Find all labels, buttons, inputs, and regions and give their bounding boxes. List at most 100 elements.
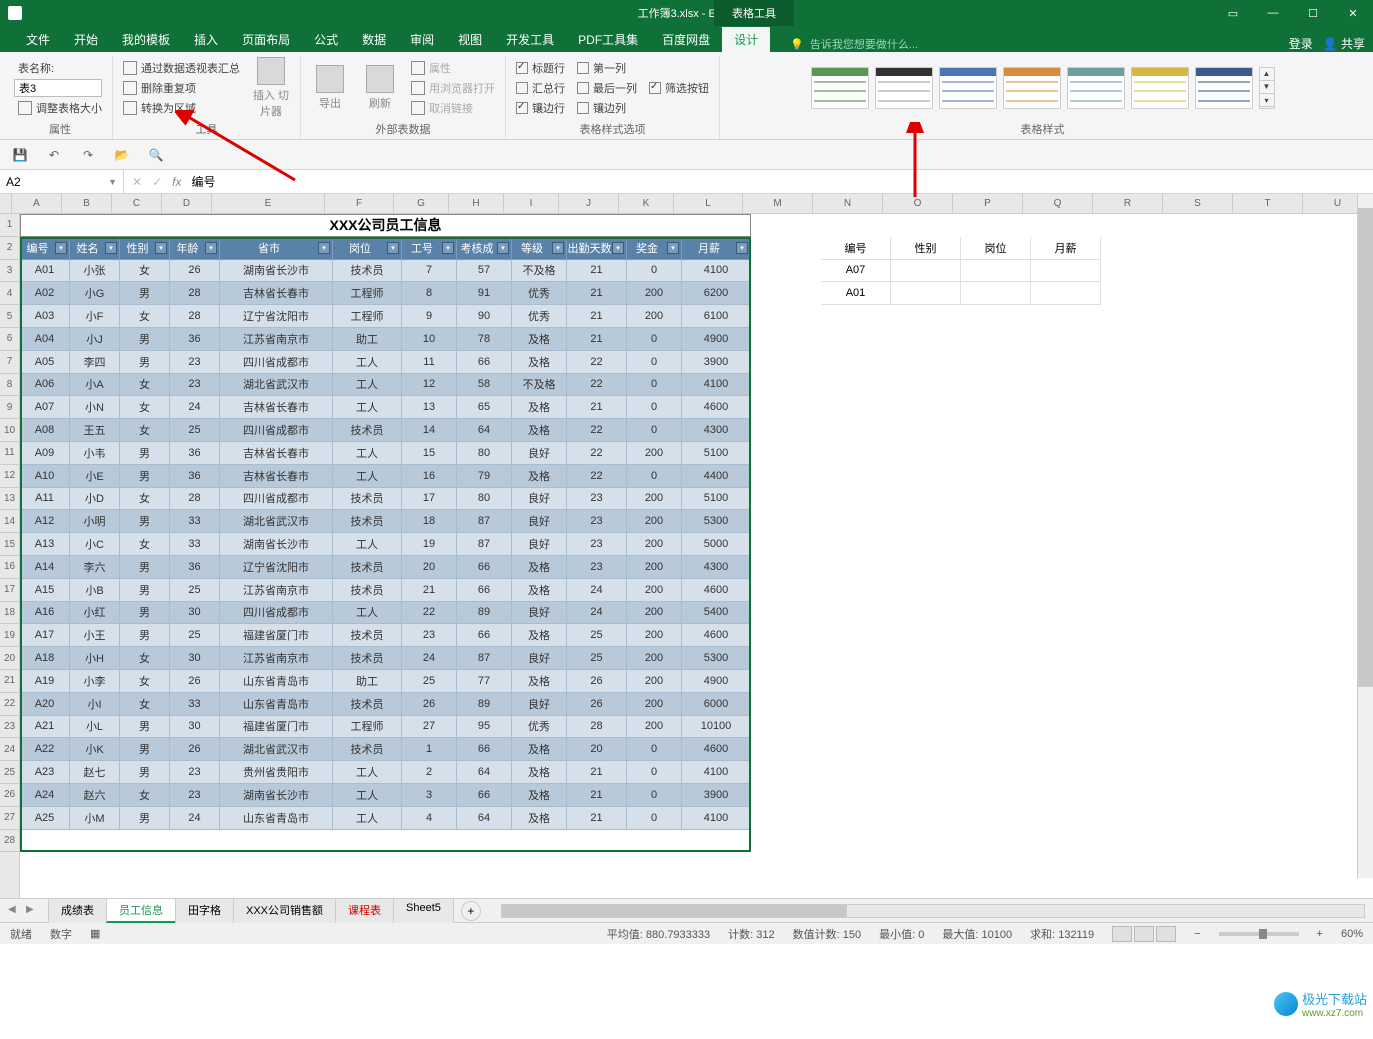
table-cell[interactable]: 66: [457, 556, 512, 579]
table-cell[interactable]: 87: [457, 647, 512, 670]
table-cell[interactable]: 1: [402, 738, 457, 761]
print-preview-icon[interactable]: 🔍: [146, 145, 166, 165]
table-cell[interactable]: 23: [170, 784, 220, 807]
table-cell[interactable]: 小红: [70, 602, 120, 625]
sheet-tab[interactable]: 员工信息: [106, 898, 176, 923]
table-cell[interactable]: 25: [170, 419, 220, 442]
table-cell[interactable]: 女: [120, 419, 170, 442]
table-cell[interactable]: 工人: [333, 396, 402, 419]
table-cell[interactable]: 10: [402, 328, 457, 351]
table-cell[interactable]: 女: [120, 305, 170, 328]
table-cell[interactable]: 4100: [682, 260, 751, 283]
table-cell[interactable]: 200: [627, 305, 682, 328]
table-cell[interactable]: 13: [402, 396, 457, 419]
table-cell[interactable]: 湖南省长沙市: [220, 533, 333, 556]
empty-cell[interactable]: [891, 282, 961, 305]
filter-button[interactable]: ▾: [155, 242, 167, 254]
table-cell[interactable]: 0: [627, 374, 682, 397]
table-cell[interactable]: 小A: [70, 374, 120, 397]
col-header-A[interactable]: A: [12, 194, 62, 213]
table-cell[interactable]: 5300: [682, 510, 751, 533]
table-cell[interactable]: 良好: [512, 602, 567, 625]
side-header[interactable]: 编号: [821, 237, 891, 260]
table-cell[interactable]: 工程师: [333, 305, 402, 328]
table-cell[interactable]: 湖北省武汉市: [220, 374, 333, 397]
table-cell[interactable]: 66: [457, 351, 512, 374]
table-cell[interactable]: 男: [120, 510, 170, 533]
table-cell[interactable]: 技术员: [333, 579, 402, 602]
table-cell[interactable]: 2: [402, 761, 457, 784]
table-cell[interactable]: 李四: [70, 351, 120, 374]
zoom-in-icon[interactable]: +: [1317, 928, 1323, 940]
table-cell[interactable]: 及格: [512, 761, 567, 784]
table-cell[interactable]: 3: [402, 784, 457, 807]
table-cell[interactable]: 女: [120, 693, 170, 716]
table-cell[interactable]: 21: [567, 396, 627, 419]
table-cell[interactable]: 9: [402, 305, 457, 328]
table-cell[interactable]: 89: [457, 693, 512, 716]
table-cell[interactable]: 工人: [333, 807, 402, 830]
table-cell[interactable]: 26: [567, 693, 627, 716]
table-header-3[interactable]: 年龄▾: [170, 237, 220, 260]
row-header-13[interactable]: 13: [0, 488, 19, 511]
table-cell[interactable]: 工人: [333, 465, 402, 488]
table-header-8[interactable]: 等级▾: [512, 237, 567, 260]
table-cell[interactable]: 湖北省武汉市: [220, 510, 333, 533]
save-icon[interactable]: 💾: [10, 145, 30, 165]
col-header-E[interactable]: E: [212, 194, 325, 213]
filter-button[interactable]: ▾: [105, 242, 117, 254]
table-row[interactable]: A24赵六女23湖南省长沙市工人366及格2103900: [20, 784, 751, 807]
table-cell[interactable]: 4400: [682, 465, 751, 488]
side-header[interactable]: 岗位: [961, 237, 1031, 260]
table-cell[interactable]: 77: [457, 670, 512, 693]
table-cell[interactable]: 200: [627, 624, 682, 647]
table-row[interactable]: A17小王男25福建省厦门市技术员2366及格252004600: [20, 624, 751, 647]
table-cell[interactable]: 小E: [70, 465, 120, 488]
table-cell[interactable]: 20: [402, 556, 457, 579]
table-cell[interactable]: 技术员: [333, 556, 402, 579]
tab-home[interactable]: 开始: [62, 27, 110, 52]
col-header-D[interactable]: D: [162, 194, 212, 213]
table-cell[interactable]: 及格: [512, 396, 567, 419]
table-cell[interactable]: 200: [627, 488, 682, 511]
table-cell[interactable]: 0: [627, 807, 682, 830]
empty-cell[interactable]: [1031, 282, 1101, 305]
row-header-3[interactable]: 3: [0, 260, 19, 283]
table-cell[interactable]: 江苏省南京市: [220, 647, 333, 670]
table-cell[interactable]: 小G: [70, 282, 120, 305]
table-cell[interactable]: 及格: [512, 328, 567, 351]
table-cell[interactable]: A11: [20, 488, 70, 511]
table-cell[interactable]: 21: [567, 784, 627, 807]
col-header-O[interactable]: O: [883, 194, 953, 213]
table-cell[interactable]: 良好: [512, 510, 567, 533]
table-header-6[interactable]: 工号▾: [402, 237, 457, 260]
fx-icon[interactable]: fx: [172, 175, 181, 189]
table-cell[interactable]: 5300: [682, 647, 751, 670]
page-break-icon[interactable]: [1156, 926, 1176, 942]
table-cell[interactable]: 22: [402, 602, 457, 625]
table-cell[interactable]: 36: [170, 442, 220, 465]
table-cell[interactable]: 4300: [682, 556, 751, 579]
style-swatch-navy[interactable]: [1195, 67, 1253, 109]
sheet-tab[interactable]: 课程表: [335, 898, 394, 923]
table-header-7[interactable]: 考核成▾: [457, 237, 512, 260]
table-row[interactable]: A08王五女25四川省成都市技术员1464及格2204300: [20, 419, 751, 442]
table-header-2[interactable]: 性别▾: [120, 237, 170, 260]
table-cell[interactable]: 技术员: [333, 738, 402, 761]
table-cell[interactable]: 男: [120, 351, 170, 374]
table-cell[interactable]: 小B: [70, 579, 120, 602]
table-cell[interactable]: 66: [457, 738, 512, 761]
table-cell[interactable]: 0: [627, 328, 682, 351]
row-header-6[interactable]: 6: [0, 328, 19, 351]
table-cell[interactable]: 0: [627, 260, 682, 283]
table-cell[interactable]: 及格: [512, 624, 567, 647]
table-cell[interactable]: A04: [20, 328, 70, 351]
table-cell[interactable]: 7: [402, 260, 457, 283]
filter-button[interactable]: ▾: [736, 242, 748, 254]
empty-cell[interactable]: [961, 282, 1031, 305]
table-cell[interactable]: 21: [567, 260, 627, 283]
table-cell[interactable]: 200: [627, 510, 682, 533]
table-cell[interactable]: 87: [457, 510, 512, 533]
table-cell[interactable]: 男: [120, 282, 170, 305]
table-cell[interactable]: A10: [20, 465, 70, 488]
